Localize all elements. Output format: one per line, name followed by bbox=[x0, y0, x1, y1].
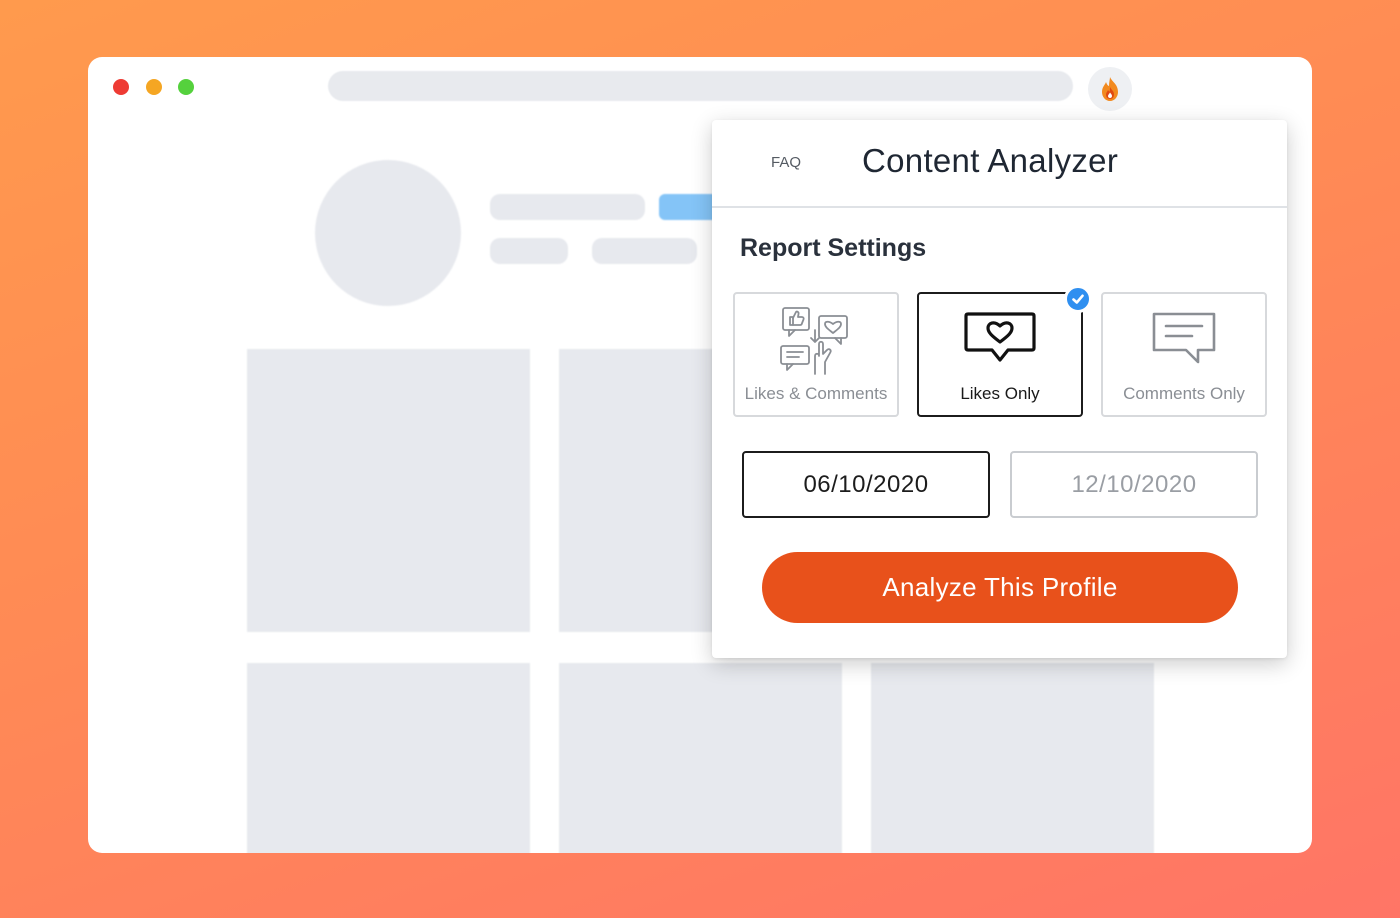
option-label: Likes & Comments bbox=[744, 384, 888, 403]
stat-placeholder bbox=[490, 238, 568, 264]
option-likes-only[interactable]: Likes Only bbox=[917, 292, 1083, 417]
extension-button[interactable] bbox=[1088, 67, 1132, 111]
popup-title: Content Analyzer bbox=[862, 142, 1119, 179]
address-bar[interactable] bbox=[328, 71, 1073, 101]
end-date-input[interactable]: 12/10/2020 bbox=[1010, 451, 1258, 518]
content-analyzer-popup: FAQ Content Analyzer Report Settings Lik… bbox=[712, 120, 1287, 658]
post-placeholder bbox=[247, 663, 530, 853]
post-placeholder bbox=[247, 349, 530, 632]
popup-header: FAQ Content Analyzer bbox=[712, 120, 1287, 208]
option-label: Comments Only bbox=[1123, 384, 1245, 403]
start-date-input[interactable]: 06/10/2020 bbox=[742, 451, 990, 518]
username-placeholder bbox=[490, 194, 645, 220]
analyze-profile-button[interactable]: Analyze This Profile bbox=[762, 552, 1238, 623]
heart-speech-bubble-icon bbox=[964, 312, 1036, 362]
post-placeholder bbox=[871, 663, 1154, 853]
comment-bubble-icon bbox=[1152, 312, 1216, 364]
stat-placeholder bbox=[592, 238, 697, 264]
maximize-window-button[interactable] bbox=[178, 79, 194, 95]
close-window-button[interactable] bbox=[113, 79, 129, 95]
flame-logo-icon bbox=[1102, 77, 1118, 101]
post-placeholder bbox=[559, 663, 842, 853]
minimize-window-button[interactable] bbox=[146, 79, 162, 95]
profile-avatar-placeholder bbox=[315, 160, 461, 306]
selected-check-icon bbox=[1064, 285, 1092, 313]
option-likes-and-comments[interactable]: Likes & Comments bbox=[733, 292, 899, 417]
option-label: Likes Only bbox=[960, 384, 1040, 403]
faq-link[interactable]: FAQ bbox=[771, 154, 801, 171]
option-comments-only[interactable]: Comments Only bbox=[1101, 292, 1267, 417]
likes-comments-icon bbox=[780, 307, 848, 375]
report-settings-heading: Report Settings bbox=[740, 234, 927, 262]
